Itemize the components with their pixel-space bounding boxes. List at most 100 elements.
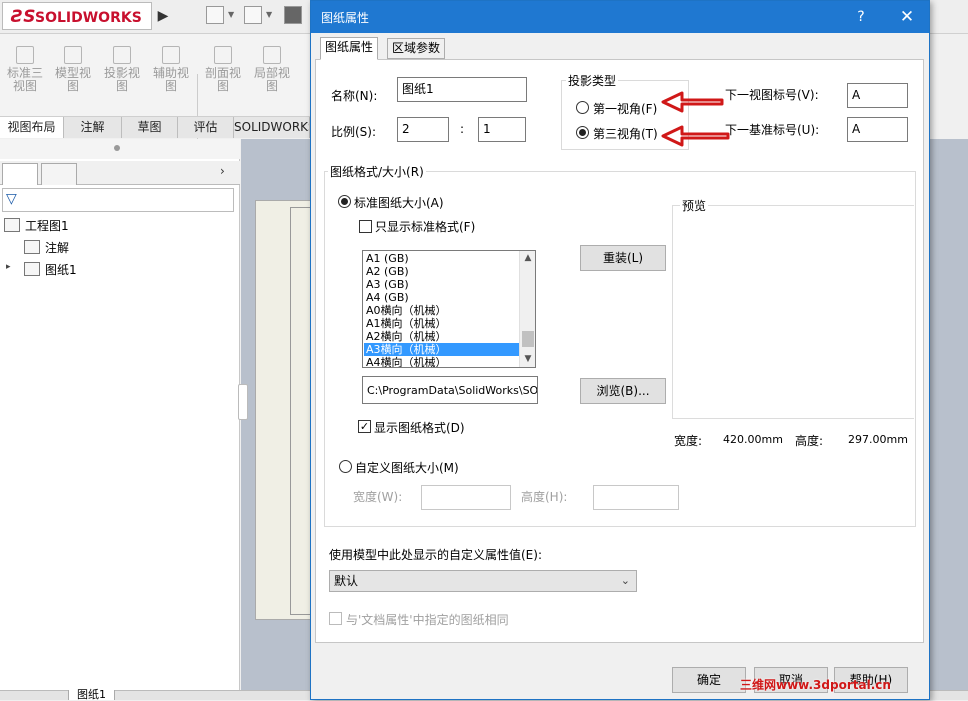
- list-item[interactable]: A3 (GB): [364, 278, 519, 291]
- sheet-size-list[interactable]: A1 (GB) A2 (GB) A3 (GB) A4 (GB) A0横向（机械）…: [362, 250, 536, 368]
- dialog-titlebar[interactable]: 图纸属性 ? ✕: [311, 1, 929, 33]
- next-view-label-label: 下一视图标号(V):: [725, 88, 819, 102]
- close-icon[interactable]: ✕: [894, 4, 920, 30]
- custom-property-value: 默认: [334, 574, 359, 588]
- section-view-button[interactable]: 剖面视图: [200, 46, 246, 93]
- custom-size-label[interactable]: 自定义图纸大小(M): [355, 459, 459, 476]
- standard-3-view-button[interactable]: 标准三视图: [2, 46, 48, 93]
- show-format-label[interactable]: 显示图纸格式(D): [374, 419, 465, 436]
- third-angle-label[interactable]: 第三视角(T): [593, 125, 658, 142]
- list-item[interactable]: A2横向（机械）: [364, 330, 519, 343]
- help-icon[interactable]: ?: [851, 6, 871, 28]
- custom-width-input[interactable]: [421, 485, 511, 510]
- scroll-thumb[interactable]: [522, 331, 534, 347]
- list-scrollbar[interactable]: ▲ ▼: [519, 251, 535, 367]
- new-document-icon[interactable]: [206, 6, 224, 24]
- sheet-tab[interactable]: 图纸1: [68, 689, 115, 700]
- open-folder-icon[interactable]: [244, 6, 262, 24]
- ok-button[interactable]: 确定: [672, 667, 746, 693]
- scale-numerator-input[interactable]: 2: [397, 117, 449, 142]
- list-item[interactable]: A1横向（机械）: [364, 317, 519, 330]
- scroll-up-icon[interactable]: ▲: [520, 251, 535, 265]
- detail-view-button[interactable]: 局部视图: [249, 46, 295, 93]
- tab-annotation[interactable]: 注解: [64, 117, 122, 138]
- custom-size-radio[interactable]: [339, 460, 352, 473]
- list-item[interactable]: A4横向（机械）: [364, 356, 519, 367]
- menu-expand-icon[interactable]: ▶: [156, 5, 170, 27]
- preview-height-label: 高度:: [795, 434, 824, 448]
- format-path-input[interactable]: C:\ProgramData\SolidWorks\SOL: [362, 376, 538, 404]
- show-format-checkbox[interactable]: ✓: [358, 420, 371, 433]
- list-item-selected[interactable]: A3横向（机械）: [364, 343, 519, 356]
- panel-grip[interactable]: [0, 139, 240, 159]
- annotation-arrow-first-angle: [661, 91, 724, 113]
- list-item[interactable]: A1 (GB): [364, 252, 519, 265]
- next-datum-label-input[interactable]: A: [847, 117, 908, 142]
- ds-logo-icon: ƧS: [11, 7, 36, 27]
- custom-height-input[interactable]: [593, 485, 679, 510]
- chevron-right-icon[interactable]: ›: [220, 164, 225, 178]
- projection-type-title: 投影类型: [566, 72, 619, 89]
- sheet-properties-dialog: 图纸属性 ? ✕ 图纸属性 区域参数 名称(N): 图纸1 比例(S): 2 :…: [310, 0, 930, 700]
- sheet-icon: [24, 262, 40, 276]
- custom-height-label: 高度(H):: [521, 490, 568, 504]
- feature-manager-panel: › ▽ 工程图1 注解 ▸ 图纸1: [0, 139, 240, 695]
- property-manager-tab-icon[interactable]: [41, 163, 77, 185]
- name-label: 名称(N):: [331, 89, 378, 103]
- projected-view-icon: [113, 46, 131, 64]
- auxiliary-view-button[interactable]: 辅助视图: [148, 46, 194, 93]
- tree-item-annotations[interactable]: 注解: [24, 239, 69, 257]
- filter-field[interactable]: ▽: [2, 188, 234, 212]
- tab-solidworks[interactable]: SOLIDWORKS: [234, 117, 310, 138]
- auxiliary-view-icon: [162, 46, 180, 64]
- projected-view-button[interactable]: 投影视图: [99, 46, 145, 93]
- chevron-down-icon[interactable]: ▼: [266, 10, 272, 19]
- panel-collapse-handle[interactable]: [238, 384, 248, 420]
- browse-button[interactable]: 浏览(B)...: [580, 378, 666, 404]
- feature-tree-tab-icon[interactable]: [2, 163, 38, 185]
- scale-denominator-input[interactable]: 1: [478, 117, 526, 142]
- save-icon[interactable]: [284, 6, 302, 24]
- tab-zone-parameters[interactable]: 区域参数: [387, 38, 446, 59]
- chevron-down-icon[interactable]: ▼: [228, 10, 234, 19]
- logo-text: SOLIDWORKS: [35, 10, 142, 26]
- tab-sketch[interactable]: 草图: [122, 117, 178, 138]
- expand-arrow-icon[interactable]: ▸: [6, 262, 11, 272]
- command-manager: 标准三视图 模型视图 投影视图 辅助视图 剖面视图 局部视图: [0, 34, 310, 144]
- tab-sheet-properties[interactable]: 图纸属性: [320, 37, 379, 60]
- list-item[interactable]: A0横向（机械）: [364, 304, 519, 317]
- same-as-document-checkbox[interactable]: [329, 612, 342, 625]
- list-item[interactable]: A4 (GB): [364, 291, 519, 304]
- next-view-label-input[interactable]: A: [847, 83, 908, 108]
- list-item[interactable]: A2 (GB): [364, 265, 519, 278]
- model-view-icon: [64, 46, 82, 64]
- name-input[interactable]: 图纸1: [397, 77, 527, 102]
- model-view-button[interactable]: 模型视图: [50, 46, 96, 93]
- third-angle-radio[interactable]: [576, 126, 589, 139]
- tree-root-drawing[interactable]: 工程图1: [4, 217, 69, 235]
- watermark-text: 三维网www.3dportal.cn: [740, 678, 891, 692]
- tab-view-layout[interactable]: 视图布局: [0, 117, 64, 138]
- scroll-down-icon[interactable]: ▼: [520, 352, 535, 366]
- section-view-icon: [214, 46, 232, 64]
- dialog-title: 图纸属性: [321, 11, 370, 25]
- only-standard-label[interactable]: 只显示标准格式(F): [375, 218, 475, 235]
- standard-size-label[interactable]: 标准图纸大小(A): [354, 194, 444, 211]
- first-angle-radio[interactable]: [576, 101, 589, 114]
- first-angle-label[interactable]: 第一视角(F): [593, 100, 657, 117]
- command-tabs: 视图布局 注解 草图 评估 SOLIDWORKS: [0, 116, 310, 138]
- standard-view-icon: [16, 46, 34, 64]
- tree-item-sheet[interactable]: 图纸1: [24, 261, 77, 279]
- standard-size-radio[interactable]: [338, 195, 351, 208]
- sheet-properties-page: 名称(N): 图纸1 比例(S): 2 : 1 投影类型 第一视角(F) 第三视…: [315, 59, 924, 643]
- reload-button[interactable]: 重装(L): [580, 245, 666, 271]
- only-standard-checkbox[interactable]: [359, 220, 372, 233]
- custom-property-select[interactable]: 默认 ⌄: [329, 570, 637, 592]
- custom-width-label: 宽度(W):: [353, 490, 403, 504]
- preview-title: 预览: [680, 197, 709, 214]
- preview-width-label: 宽度:: [674, 434, 703, 448]
- solidworks-logo[interactable]: ƧS SOLIDWORKS: [2, 2, 152, 30]
- tab-evaluate[interactable]: 评估: [178, 117, 234, 138]
- filter-icon: ▽: [6, 191, 17, 207]
- preview-box: [672, 205, 914, 419]
